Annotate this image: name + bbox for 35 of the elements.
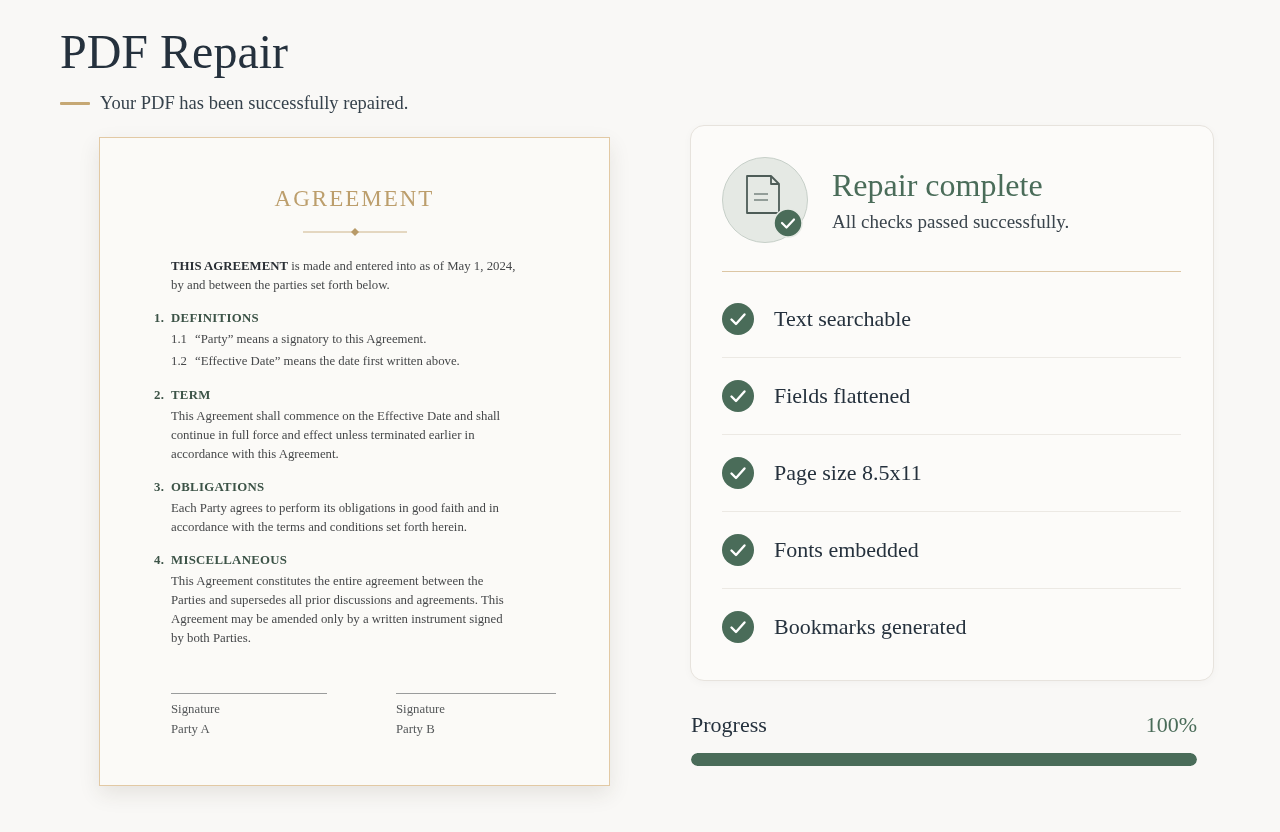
page-title: PDF Repair (60, 24, 288, 79)
status-message: All checks passed successfully. (832, 210, 1070, 234)
check-label: Page size 8.5x11 (774, 459, 922, 487)
clause-text: “Effective Date” means the date first written above. (195, 353, 460, 370)
section-text: Each Party agrees to perform its obligations in good faith and in accordance with the terms and conditions set forth herein. (171, 500, 501, 536)
check-label: Text searchable (774, 305, 912, 333)
diamond-ornament-icon (302, 227, 407, 237)
clause-text: “Party” means a signatory to this Agreement. (195, 331, 427, 348)
section-text: This Agreement shall commence on the Effective Date and shall continue in full force and effect unless terminated earlier in accordance with this Agreement. (171, 408, 502, 463)
document-title: AGREEMENT (274, 185, 435, 213)
section-text: This Agreement constitutes the entire agreement between the Parties and supersedes all prior discussions and agreements. This Agreement may be amended only by a written instrument signed by both Parties. (171, 573, 505, 647)
document-check-icon (722, 157, 808, 243)
section-heading: MISCELLANEOUS (171, 552, 288, 569)
progress-label: Progress (691, 712, 767, 738)
section-heading: DEFINITIONS (171, 310, 259, 327)
check-label: Fields flattened (774, 382, 911, 410)
party-name: Party A (171, 721, 210, 738)
check-label: Bookmarks generated (774, 613, 967, 641)
signature-label: Signature (171, 701, 221, 718)
clause-number: 1.1 (171, 331, 187, 348)
section-number: 1. (154, 310, 166, 327)
section-number: 2. (154, 387, 166, 404)
section-number: 4. (154, 552, 166, 569)
accent-line (60, 101, 90, 105)
section-number: 3. (154, 479, 166, 496)
party-name: Party B (396, 721, 435, 738)
progress-reading: 100% (1145, 712, 1197, 738)
section-heading: OBLIGATIONS (171, 479, 265, 496)
check-label: Fonts embedded (774, 536, 919, 564)
clause-number: 1.2 (171, 353, 187, 370)
signature-label: Signature (396, 701, 446, 718)
subtitle-text: Your PDF has been successfully repaired. (100, 92, 409, 115)
intro-paragraph: THIS AGREEMENT is made and entered into as of May 1, 2024, by and between the parties set forth below. (171, 258, 517, 294)
section-heading: TERM (171, 387, 211, 404)
status-title: Repair complete (832, 167, 1043, 203)
